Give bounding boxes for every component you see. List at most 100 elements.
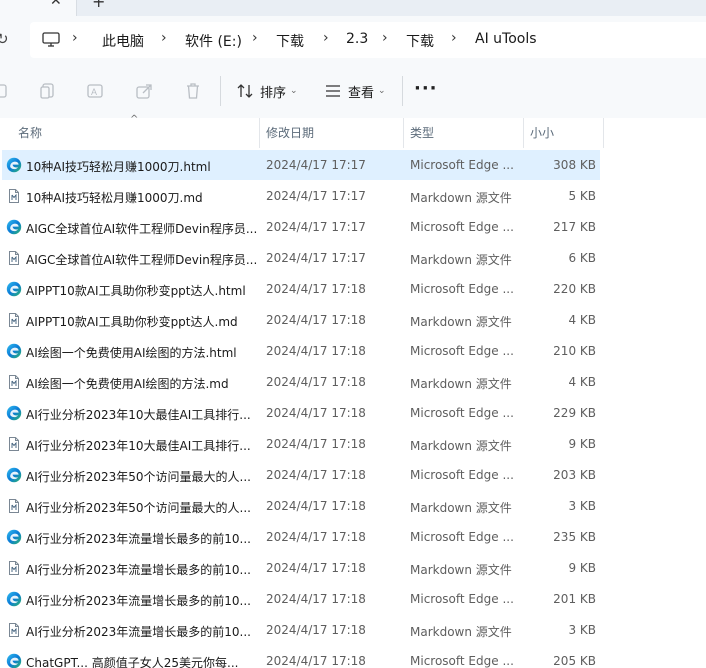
cut-icon[interactable]	[0, 81, 14, 101]
file-date: 2024/4/17 17:18	[266, 406, 366, 420]
column-header-date[interactable]: 修改日期	[266, 124, 314, 141]
delete-icon[interactable]	[183, 81, 203, 101]
file-name: AI行业分析2023年流量增长最多的前10...	[26, 625, 252, 639]
file-date: 2024/4/17 17:18	[266, 623, 366, 637]
file-date: 2024/4/17 17:17	[266, 158, 366, 172]
column-divider[interactable]	[603, 118, 604, 148]
file-name: AI行业分析2023年10大最佳AI工具排行...	[26, 408, 251, 422]
breadcrumb-item-downloads-sub[interactable]: 下载	[406, 31, 434, 51]
column-header-type[interactable]: 类型	[410, 124, 434, 141]
file-date: 2024/4/17 17:17	[266, 189, 366, 203]
file-name: AIPPT10款AI工具助你秒变ppt达人.html	[26, 284, 246, 298]
file-row[interactable]: AIPPT10款AI工具助你秒变ppt达人.html 2024/4/17 17:1…	[0, 274, 706, 305]
file-size: 3 KB	[568, 499, 596, 513]
file-row[interactable]: AI行业分析2023年50个访问量最大的人... 2024/4/17 17:18 M…	[0, 460, 706, 491]
window-tab[interactable]: ✕	[0, 0, 77, 16]
view-icon	[326, 85, 340, 97]
edge-icon	[6, 219, 22, 235]
computer-icon[interactable]	[42, 32, 60, 48]
markdown-file-icon	[6, 250, 22, 266]
column-divider[interactable]	[523, 118, 524, 148]
markdown-file-icon	[6, 436, 22, 452]
more-options-button[interactable]: ···	[414, 78, 438, 99]
view-button[interactable]: 查看 ⌄	[324, 78, 386, 104]
edge-icon	[6, 405, 22, 421]
column-header-size[interactable]: 小小	[530, 124, 554, 141]
file-type: Markdown 源文件	[410, 253, 512, 267]
file-type: Microsoft Edge ...	[410, 220, 514, 234]
file-type: Markdown 源文件	[410, 315, 512, 329]
file-name: AI绘图一个免费使用AI绘图的方法.md	[26, 377, 229, 391]
new-tab-icon[interactable]: +	[92, 0, 105, 10]
file-type: Microsoft Edge ...	[410, 282, 514, 296]
file-row[interactable]: AI绘图一个免费使用AI绘图的方法.html 2024/4/17 17:18 Mic…	[0, 336, 706, 367]
copy-icon[interactable]	[38, 81, 58, 101]
file-row[interactable]: 10种AI技巧轻松月赚1000刀.html 2024/4/17 17:17 Micr…	[0, 150, 706, 181]
share-icon[interactable]	[135, 81, 155, 101]
view-label: 查看	[348, 85, 375, 101]
file-size: 235 KB	[553, 530, 596, 544]
file-row[interactable]: AI行业分析2023年流量增长最多的前10... 2024/4/17 17:18 M…	[0, 615, 706, 646]
file-type: Markdown 源文件	[410, 563, 512, 577]
breadcrumb-item-ai-utools[interactable]: AI uTools	[475, 31, 537, 47]
close-tab-icon[interactable]: ✕	[50, 0, 62, 8]
file-row[interactable]: AI行业分析2023年流量增长最多的前10... 2024/4/17 17:18 M…	[0, 553, 706, 584]
file-date: 2024/4/17 17:18	[266, 530, 366, 544]
file-date: 2024/4/17 17:18	[266, 592, 366, 606]
refresh-icon[interactable]: ↻	[0, 30, 9, 48]
file-row[interactable]: AI绘图一个免费使用AI绘图的方法.md 2024/4/17 17:18 Markd…	[0, 367, 706, 398]
file-date: 2024/4/17 17:17	[266, 251, 366, 265]
file-type: Markdown 源文件	[410, 439, 512, 453]
file-date: 2024/4/17 17:18	[266, 468, 366, 482]
column-divider[interactable]	[403, 118, 404, 148]
sort-icon	[237, 84, 253, 98]
sort-button[interactable]: 排序 ⌄	[236, 78, 298, 104]
edge-icon	[6, 591, 22, 607]
file-name: ChatGPT... 高颜值子女人25美元你每...	[26, 656, 239, 668]
file-row[interactable]: ChatGPT... 高颜值子女人25美元你每... 2024/4/17 17:1…	[0, 646, 706, 668]
file-row[interactable]: AI行业分析2023年10大最佳AI工具排行... 2024/4/17 17:18…	[0, 429, 706, 460]
breadcrumb-separator-icon[interactable]: ›	[451, 30, 457, 46]
column-divider[interactable]	[259, 118, 260, 148]
file-row[interactable]: AI行业分析2023年50个访问量最大的人... 2024/4/17 17:18 M…	[0, 491, 706, 522]
file-row[interactable]: AI行业分析2023年流量增长最多的前10... 2024/4/17 17:18 M…	[0, 522, 706, 553]
edge-icon	[6, 529, 22, 545]
file-size: 217 KB	[553, 220, 596, 234]
breadcrumb-item-this-pc[interactable]: 此电脑	[102, 31, 144, 51]
markdown-file-icon	[6, 498, 22, 514]
file-size: 9 KB	[568, 437, 596, 451]
file-size: 4 KB	[568, 375, 596, 389]
file-date: 2024/4/17 17:18	[266, 654, 366, 668]
file-size: 201 KB	[553, 592, 596, 606]
file-row[interactable]: AIGC全球首位AI软件工程师Devin程序员... 2024/4/17 17:1…	[0, 243, 706, 274]
file-type: Microsoft Edge ...	[410, 344, 514, 358]
file-row[interactable]: AI行业分析2023年10大最佳AI工具排行... 2024/4/17 17:18…	[0, 398, 706, 429]
breadcrumb-item-drive-e[interactable]: 软件 (E:)	[185, 31, 242, 51]
markdown-file-icon	[6, 622, 22, 638]
file-row[interactable]: AIGC全球首位AI软件工程师Devin程序员... 2024/4/17 17:1…	[0, 212, 706, 243]
breadcrumb-item-2-3[interactable]: 2.3	[346, 31, 368, 47]
file-name: AI行业分析2023年流量增长最多的前10...	[26, 594, 252, 608]
file-row[interactable]: 10种AI技巧轻松月赚1000刀.md 2024/4/17 17:17 Markdo…	[0, 181, 706, 212]
file-type: Microsoft Edge ...	[410, 158, 514, 172]
breadcrumb-separator-icon[interactable]: ›	[323, 30, 329, 46]
file-date: 2024/4/17 17:18	[266, 313, 366, 327]
breadcrumb-separator-icon[interactable]: ›	[382, 30, 388, 46]
file-name: AIPPT10款AI工具助你秒变ppt达人.md	[26, 315, 238, 329]
column-header-name[interactable]: 名称	[18, 124, 42, 141]
file-date: 2024/4/17 17:18	[266, 344, 366, 358]
file-size: 205 KB	[553, 654, 596, 668]
file-name: AI绘图一个免费使用AI绘图的方法.html	[26, 346, 237, 360]
edge-icon	[6, 467, 22, 483]
breadcrumb-separator-icon[interactable]: ›	[72, 30, 78, 46]
breadcrumb-item-downloads[interactable]: 下载	[276, 31, 304, 51]
rename-icon[interactable]: A	[86, 81, 106, 101]
file-type: Microsoft Edge ...	[410, 654, 514, 668]
chevron-down-icon: ⌄	[378, 86, 386, 96]
breadcrumb[interactable]: › 此电脑 › 软件 (E:) › 下载 › 2.3 › 下载 › AI uTo…	[30, 22, 706, 58]
breadcrumb-separator-icon[interactable]: ›	[252, 30, 258, 46]
file-row[interactable]: AIPPT10款AI工具助你秒变ppt达人.md 2024/4/17 17:18 M…	[0, 305, 706, 336]
breadcrumb-separator-icon[interactable]: ›	[161, 30, 167, 46]
file-row[interactable]: AI行业分析2023年流量增长最多的前10... 2024/4/17 17:18 M…	[0, 584, 706, 615]
file-name: AI行业分析2023年50个访问量最大的人...	[26, 470, 252, 484]
